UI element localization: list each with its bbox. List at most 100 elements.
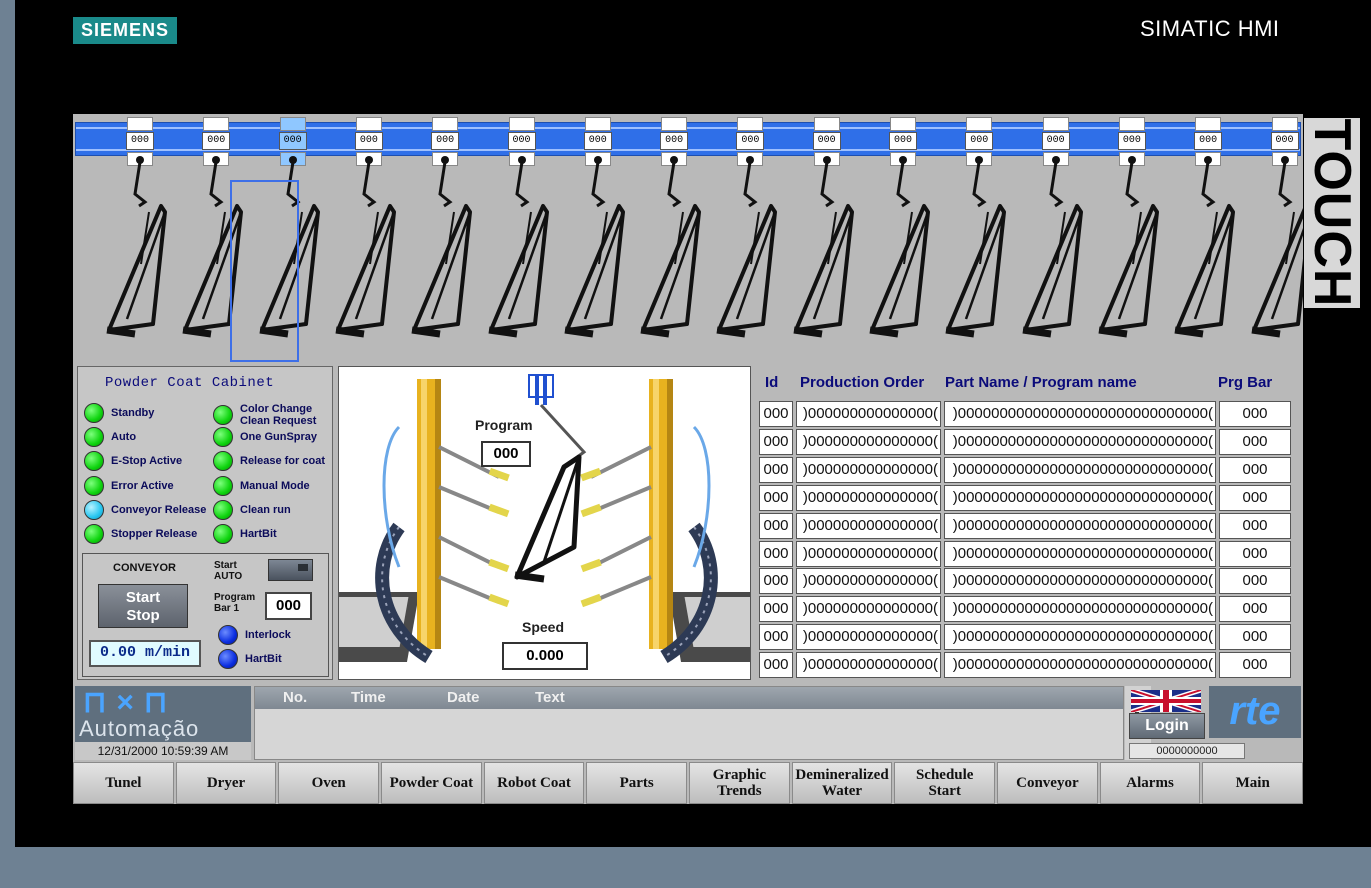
cell-part-name[interactable]: )000000000000000000000000000000(: [944, 568, 1216, 595]
uk-flag-icon[interactable]: [1131, 690, 1201, 712]
cell-part-name[interactable]: )000000000000000000000000000000(: [944, 540, 1216, 567]
nav-button-conveyor[interactable]: Conveyor: [997, 762, 1098, 804]
cell-id[interactable]: 000: [759, 484, 793, 511]
alarm-col-text[interactable]: Text: [535, 689, 565, 706]
start-stop-label-stop: Stop: [126, 607, 160, 624]
status-indicator: Release for coat: [213, 451, 325, 472]
bike-frame-icon: [640, 156, 702, 338]
cell-prg-bar[interactable]: 000: [1219, 624, 1291, 651]
conveyor-carrier[interactable]: 000: [563, 114, 633, 364]
status-lamp-icon: [213, 405, 233, 425]
conveyor-carrier[interactable]: 000: [1250, 114, 1303, 364]
cell-production-order[interactable]: )000000000000000(: [796, 484, 941, 511]
cell-id[interactable]: 000: [759, 456, 793, 483]
conveyor-carrier[interactable]: 000: [792, 114, 862, 364]
nav-button-parts[interactable]: Parts: [586, 762, 688, 804]
cell-part-name[interactable]: )000000000000000000000000000000(: [944, 428, 1216, 455]
conveyor-carrier[interactable]: 000: [944, 114, 1014, 364]
cell-id[interactable]: 000: [759, 624, 793, 651]
carrier-id-tag: 000: [1270, 132, 1299, 150]
cell-production-order[interactable]: )000000000000000(: [796, 568, 941, 595]
status-label: HartBit: [240, 528, 277, 540]
conveyor-carrier[interactable]: 000: [1097, 114, 1167, 364]
cell-id[interactable]: 000: [759, 596, 793, 623]
cell-production-order[interactable]: )000000000000000(: [796, 596, 941, 623]
cell-prg-bar[interactable]: 000: [1219, 428, 1291, 455]
hartbit-indicator: HartBit: [218, 649, 282, 669]
cell-part-name[interactable]: )000000000000000000000000000000(: [944, 652, 1216, 679]
conveyor-carrier[interactable]: 000: [868, 114, 938, 364]
cell-part-name[interactable]: )000000000000000000000000000000(: [944, 401, 1216, 427]
conveyor-carrier[interactable]: 000: [334, 114, 404, 364]
interlock-lamp-icon: [218, 625, 238, 645]
carrier-bracket-top: [661, 117, 688, 131]
bike-frame-icon: [411, 156, 473, 338]
cell-production-order[interactable]: )000000000000000(: [796, 428, 941, 455]
cell-prg-bar[interactable]: 000: [1219, 540, 1291, 567]
nav-button-main[interactable]: Main: [1202, 762, 1303, 804]
rte-logo: rte: [1209, 686, 1301, 738]
status-indicator: Conveyor Release: [84, 499, 206, 520]
status-label: Color Change Clean Request: [240, 403, 317, 427]
cell-production-order[interactable]: )000000000000000(: [796, 652, 941, 679]
start-stop-button[interactable]: Start Stop: [98, 584, 188, 628]
program-bar-field[interactable]: 000: [265, 592, 312, 620]
nav-button-powder-coat[interactable]: Powder Coat: [381, 762, 482, 804]
program-value-field: 000: [481, 441, 531, 467]
cell-id[interactable]: 000: [759, 512, 793, 539]
start-auto-button[interactable]: [268, 559, 313, 581]
cell-production-order[interactable]: )000000000000000(: [796, 540, 941, 567]
cell-part-name[interactable]: )000000000000000000000000000000(: [944, 512, 1216, 539]
cell-prg-bar[interactable]: 000: [1219, 568, 1291, 595]
cell-part-name[interactable]: )000000000000000000000000000000(: [944, 596, 1216, 623]
cell-prg-bar[interactable]: 000: [1219, 484, 1291, 511]
cell-part-name[interactable]: )000000000000000000000000000000(: [944, 484, 1216, 511]
conveyor-carrier[interactable]: 000: [715, 114, 785, 364]
cell-part-name[interactable]: )000000000000000000000000000000(: [944, 456, 1216, 483]
nav-button-schedule-start[interactable]: Schedule Start: [894, 762, 996, 804]
cell-production-order[interactable]: )000000000000000(: [796, 456, 941, 483]
alarm-view[interactable]: No. Time Date Text: [254, 686, 1124, 760]
conveyor-carrier[interactable]: 000: [410, 114, 480, 364]
nav-button-tunel[interactable]: Tunel: [73, 762, 174, 804]
conveyor-carrier[interactable]: 000: [639, 114, 709, 364]
carrier-id-tag: 000: [1117, 132, 1146, 150]
conveyor-carrier[interactable]: 000: [105, 114, 175, 364]
status-label: Release for coat: [240, 455, 325, 468]
touch-label-strip: TOUCH: [1303, 118, 1361, 308]
bike-frame-icon: [869, 156, 930, 338]
nav-button-alarms[interactable]: Alarms: [1099, 762, 1201, 804]
cell-production-order[interactable]: )000000000000000(: [796, 401, 941, 427]
cell-id[interactable]: 000: [759, 540, 793, 567]
conveyor-carrier[interactable]: 000: [1021, 114, 1091, 364]
cell-id[interactable]: 000: [759, 401, 793, 427]
date-time-display: 12/31/2000 10:59:39 AM: [75, 742, 251, 760]
carrier-id-tag: 000: [1194, 132, 1223, 150]
nav-button-graphic-trends[interactable]: Graphic Trends: [689, 762, 790, 804]
status-indicator: Color Change Clean Request: [213, 403, 332, 427]
alarm-col-date[interactable]: Date: [447, 689, 480, 706]
cell-prg-bar[interactable]: 000: [1219, 456, 1291, 483]
cell-id[interactable]: 000: [759, 568, 793, 595]
conveyor-carrier[interactable]: 000: [1173, 114, 1243, 364]
nav-button-demineralized-water[interactable]: Demineralized Water: [791, 762, 893, 804]
status-lamp-icon: [213, 524, 233, 544]
cell-prg-bar[interactable]: 000: [1219, 596, 1291, 623]
cell-id[interactable]: 000: [759, 428, 793, 455]
cell-part-name[interactable]: )000000000000000000000000000000(: [944, 624, 1216, 651]
cell-prg-bar[interactable]: 000: [1219, 401, 1291, 427]
cell-prg-bar[interactable]: 000: [1219, 652, 1291, 679]
cell-prg-bar[interactable]: 000: [1219, 512, 1291, 539]
carrier-id-tag: 000: [736, 132, 765, 150]
alarm-col-no[interactable]: No.: [283, 689, 307, 706]
alarm-col-time[interactable]: Time: [351, 689, 386, 706]
conveyor-carrier[interactable]: 000: [487, 114, 557, 364]
nav-button-robot-coat[interactable]: Robot Coat: [483, 762, 585, 804]
nav-button-dryer[interactable]: Dryer: [175, 762, 277, 804]
cell-production-order[interactable]: )000000000000000(: [796, 512, 941, 539]
cell-production-order[interactable]: )000000000000000(: [796, 624, 941, 651]
status-lamp-icon: [84, 475, 104, 496]
nav-button-oven[interactable]: Oven: [278, 762, 380, 804]
login-button[interactable]: Login: [1129, 713, 1205, 739]
cell-id[interactable]: 000: [759, 652, 793, 679]
